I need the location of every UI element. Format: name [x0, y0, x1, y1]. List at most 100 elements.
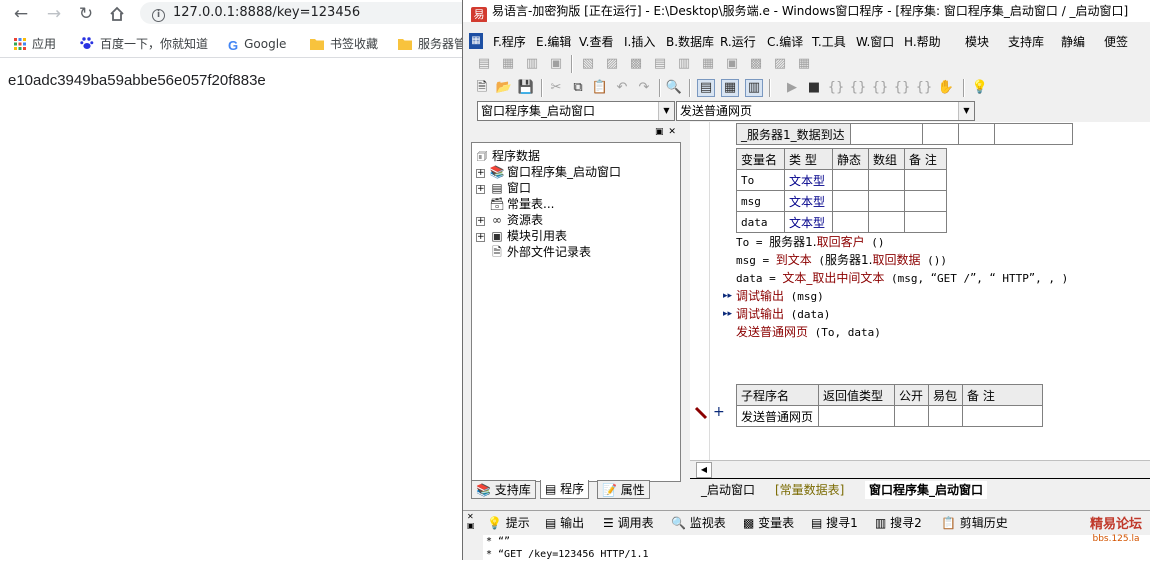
restore-icon[interactable]: ▣ — [655, 127, 665, 137]
tree-root[interactable]: 🗊 程序数据 — [474, 148, 540, 164]
save-icon[interactable]: 💾 — [517, 79, 535, 97]
var-static-cell[interactable] — [832, 169, 869, 191]
var-name-cell[interactable]: To — [736, 169, 785, 191]
var-array-cell[interactable] — [868, 211, 905, 233]
expand-icon[interactable]: + — [476, 185, 485, 194]
event-name-cell[interactable]: _服务器1_数据到达 — [736, 123, 851, 145]
event-cell[interactable] — [958, 123, 995, 145]
open-folder-icon[interactable]: 📂 — [495, 79, 513, 97]
menu-database[interactable]: B.数据库 — [666, 33, 714, 51]
epackage-cell[interactable] — [928, 405, 963, 427]
tab-support-lib[interactable]: 📚 支持库 — [471, 480, 536, 499]
tab-program-set[interactable]: 窗口程序集_启动窗口 — [865, 481, 988, 499]
same-size-icon[interactable]: ▩ — [627, 55, 645, 73]
tab-variables[interactable]: ▩ 变量表 — [743, 514, 794, 532]
center-v-icon[interactable]: ▣ — [723, 55, 741, 73]
bring-front-icon[interactable]: ▩ — [747, 55, 765, 73]
public-cell[interactable] — [894, 405, 929, 427]
menu-run[interactable]: R.运行 — [720, 33, 756, 51]
return-type-cell[interactable] — [818, 405, 895, 427]
stop-icon[interactable]: ■ — [805, 79, 823, 97]
bookmark-baidu[interactable]: 百度一下，你就知道 — [80, 30, 208, 58]
same-width-icon[interactable]: ▧ — [579, 55, 597, 73]
bookmark-apps[interactable]: 应用 — [14, 30, 56, 58]
help-search-icon[interactable]: 💡 — [971, 79, 989, 97]
align-top-icon[interactable]: ▣ — [547, 55, 565, 73]
tree-item-program-set[interactable]: + 📚 窗口程序集_启动窗口 — [476, 164, 621, 180]
document-icon[interactable]: ▦ — [469, 33, 483, 49]
program-set-combo[interactable]: 窗口程序集_启动窗口 ▼ — [477, 101, 675, 121]
layout-view-2-icon[interactable]: ▦ — [721, 79, 739, 97]
align-right-icon[interactable]: ▥ — [523, 55, 541, 73]
bookmark-folder-collect[interactable]: 书签收藏 — [310, 30, 378, 58]
copy-icon[interactable]: ⧉ — [569, 79, 587, 97]
var-array-cell[interactable] — [868, 190, 905, 212]
tab-constants[interactable]: [常量数据表] — [775, 481, 844, 499]
code-line[interactable]: 调试输出 (data) — [736, 305, 830, 323]
menu-insert[interactable]: I.插入 — [624, 33, 655, 51]
restore-icon[interactable]: ▣ — [467, 521, 475, 530]
menu-window[interactable]: W.窗口 — [856, 33, 894, 51]
redo-icon[interactable]: ↷ — [635, 79, 653, 97]
horizontal-scrollbar[interactable]: ◀ — [690, 460, 1150, 478]
tab-output[interactable]: ▤ 输出 — [545, 514, 584, 532]
tab-clipboard-history[interactable]: 📋 剪辑历史 — [941, 514, 1008, 532]
var-type-cell[interactable]: 文本型 — [784, 169, 833, 191]
run-to-cursor-icon[interactable]: {} — [893, 79, 911, 97]
tab-watch[interactable]: 🔍 监视表 — [671, 514, 726, 532]
align-center-icon[interactable]: ▦ — [499, 55, 517, 73]
var-name-cell[interactable]: data — [736, 211, 785, 233]
menu-static[interactable]: 静编 — [1061, 33, 1085, 51]
grid-icon[interactable]: ▦ — [795, 55, 813, 73]
var-note-cell[interactable] — [904, 169, 947, 191]
tab-call-table[interactable]: ☰ 调用表 — [603, 514, 654, 532]
reload-icon[interactable]: ↻ — [75, 3, 97, 25]
code-editor[interactable]: _服务器1_数据到达 变量名 类 型 静态 数组 备 注 To 文本型 msg … — [690, 122, 1150, 460]
tree-item-file-record[interactable]: 🗎 外部文件记录表 — [489, 244, 591, 260]
menu-program[interactable]: F.程序 — [493, 33, 526, 51]
flow-arrow-icon[interactable]: ▸▸ — [723, 291, 732, 301]
code-line[interactable]: To = 服务器1.取回客户 () — [736, 233, 884, 251]
code-line[interactable]: 调试输出 (msg) — [736, 287, 824, 305]
panel-splitter[interactable] — [683, 122, 690, 500]
layout-view-1-icon[interactable]: ▤ — [697, 79, 715, 97]
center-h-icon[interactable]: ▦ — [699, 55, 717, 73]
expand-icon[interactable]: + — [476, 217, 485, 226]
new-file-icon[interactable]: 🗎 — [473, 79, 491, 97]
h-spacing-icon[interactable]: ▤ — [651, 55, 669, 73]
address-bar[interactable]: i 127.0.0.1:8888/key=123456 — [140, 2, 462, 24]
menu-notes[interactable]: 便签 — [1104, 33, 1128, 51]
back-arrow-icon[interactable]: ← — [10, 3, 32, 25]
bookmark-google[interactable]: G Google — [228, 30, 286, 58]
v-spacing-icon[interactable]: ▥ — [675, 55, 693, 73]
find-icon[interactable]: 🔍 — [665, 79, 683, 97]
tree-item-constants[interactable]: 🗃 常量表... — [489, 196, 554, 212]
tree-item-resources[interactable]: + ∞ 资源表 — [476, 212, 543, 228]
var-array-cell[interactable] — [868, 169, 905, 191]
chevron-down-icon[interactable]: ▼ — [958, 102, 974, 120]
hand-icon[interactable]: ✋ — [937, 79, 955, 97]
note-cell[interactable] — [962, 405, 1043, 427]
menu-view[interactable]: V.查看 — [579, 33, 613, 51]
tree-item-module-ref[interactable]: + ▣ 模块引用表 — [476, 228, 567, 244]
flow-arrow-icon[interactable]: ▸▸ — [723, 309, 732, 319]
menu-tools[interactable]: T.工具 — [812, 33, 846, 51]
step-over-icon[interactable]: {} — [849, 79, 867, 97]
output-text[interactable]: * “” * “GET /key=123456 HTTP/1.1 — [483, 535, 1150, 560]
scroll-left-icon[interactable]: ◀ — [696, 462, 712, 478]
var-static-cell[interactable] — [832, 190, 869, 212]
menu-edit[interactable]: E.编辑 — [536, 33, 571, 51]
step-into-icon[interactable]: {} — [827, 79, 845, 97]
tab-search2[interactable]: ▥ 搜寻2 — [875, 514, 922, 532]
menu-module[interactable]: 模块 — [965, 33, 989, 51]
tab-search1[interactable]: ▤ 搜寻1 — [811, 514, 858, 532]
code-line[interactable]: 发送普通网页 (To, data) — [736, 323, 881, 341]
layout-view-3-icon[interactable]: ▥ — [745, 79, 763, 97]
expand-icon[interactable]: + — [476, 233, 485, 242]
event-cell[interactable] — [922, 123, 959, 145]
add-subprogram-icon[interactable]: + — [713, 404, 725, 420]
step-out-icon[interactable]: {} — [871, 79, 889, 97]
var-note-cell[interactable] — [904, 190, 947, 212]
close-icon[interactable]: ✕ — [467, 512, 474, 521]
forward-arrow-icon[interactable]: → — [43, 3, 65, 25]
